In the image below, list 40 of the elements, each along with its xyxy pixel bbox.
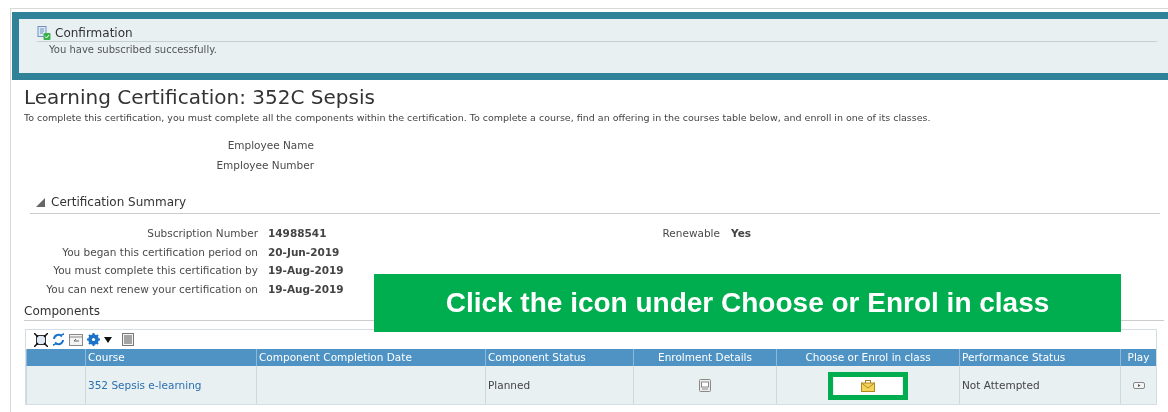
columns-icon[interactable] xyxy=(122,333,134,346)
field-label: You must complete this certification by xyxy=(52,263,258,278)
column-header xyxy=(26,349,85,366)
window-icon[interactable] xyxy=(69,333,83,346)
field-value: Yes xyxy=(731,226,751,241)
confirmation-message: You have subscribed successfully. xyxy=(49,44,218,55)
column-header: Course xyxy=(85,349,256,366)
field-label: Employee Name xyxy=(227,139,314,151)
field-value: 19-Aug-2019 xyxy=(268,263,345,278)
column-header: Enrolment Details xyxy=(633,349,776,366)
detach-icon[interactable] xyxy=(34,332,48,347)
briefcase-icon xyxy=(861,380,875,392)
field-value: 20-Jun-2019 xyxy=(268,244,341,260)
caret-icon[interactable] xyxy=(104,336,112,343)
field-label: Employee Number xyxy=(216,159,314,171)
details-icon[interactable] xyxy=(699,378,711,392)
settings-icon[interactable] xyxy=(87,333,100,346)
field-label: You can next renew your certification on xyxy=(45,281,258,297)
refresh-icon[interactable] xyxy=(52,333,65,346)
instruction-callout: Click the icon under Choose or Enrol in class xyxy=(374,274,1121,332)
instructions-text: To complete this certification, you must complete all the components within the certification. To complete a course, find an offering in the courses table below, and enroll in one of its classes. xyxy=(24,112,932,123)
section-title: Certification Summary xyxy=(51,195,187,209)
column-header: Component Status xyxy=(485,349,633,366)
table-cell: Planned xyxy=(488,379,531,391)
table-cell: Not Attempted xyxy=(962,379,1040,391)
field-label: You began this certification period on xyxy=(61,244,258,260)
enrol-button[interactable] xyxy=(834,377,902,395)
column-header: Component Completion Date xyxy=(256,349,485,366)
field-label: Subscription Number xyxy=(146,226,258,241)
play-icon[interactable] xyxy=(1132,381,1145,389)
column-header: Play xyxy=(1120,349,1156,366)
column-header: Choose or Enrol in class xyxy=(776,349,959,366)
field-value: 14988541 xyxy=(268,226,328,241)
collapse-triangle-icon[interactable] xyxy=(36,197,45,207)
confirmation-icon xyxy=(37,26,51,40)
field-value: 19-Aug-2019 xyxy=(268,281,345,297)
confirmation-title: Confirmation xyxy=(55,26,133,40)
page-title: Learning Certification: 352C Sepsis xyxy=(24,84,376,110)
column-header: Performance Status xyxy=(959,349,1120,366)
field-label: Renewable xyxy=(661,226,720,241)
